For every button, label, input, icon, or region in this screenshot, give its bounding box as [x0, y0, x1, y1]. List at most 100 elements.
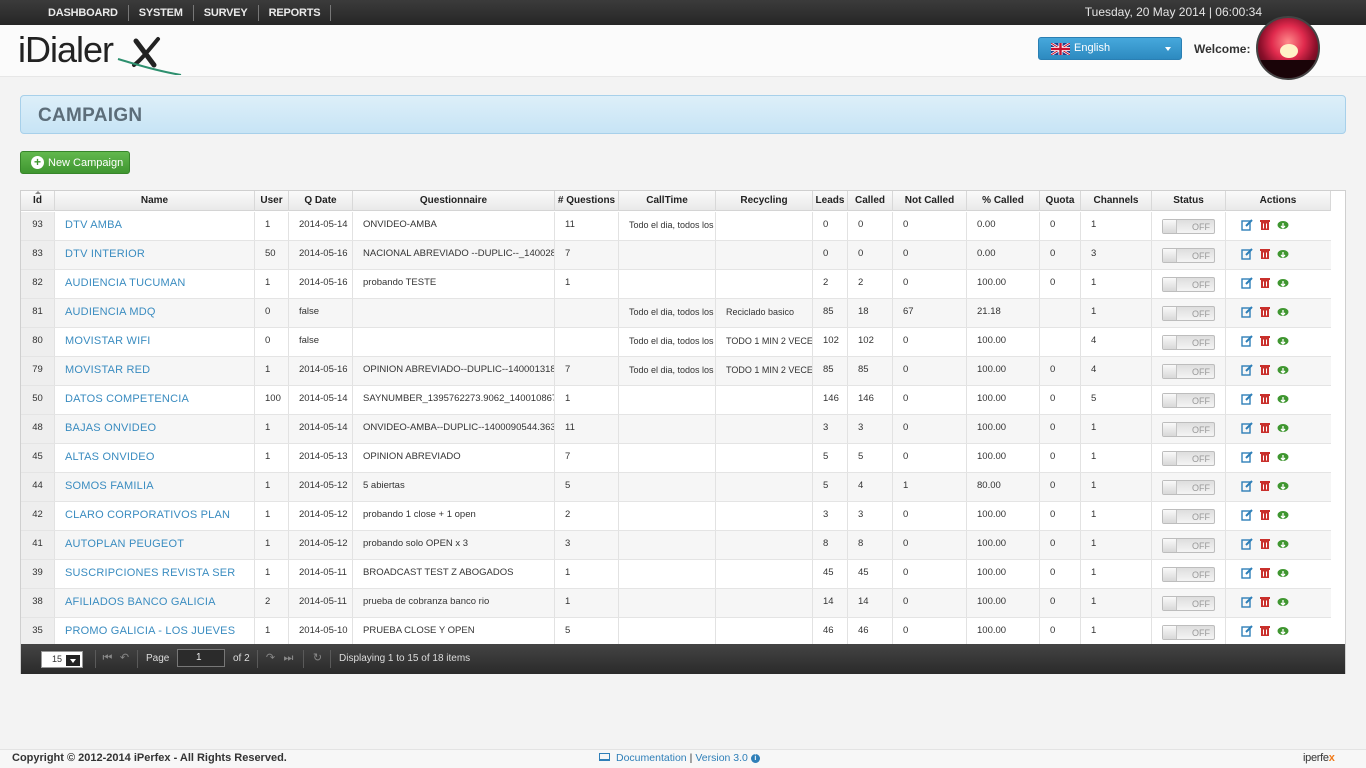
campaign-link[interactable]: PROMO GALICIA - LOS JUEVES [65, 625, 235, 637]
delete-icon[interactable] [1259, 277, 1271, 289]
campaign-link[interactable]: MOVISTAR WIFI [65, 335, 151, 347]
user-avatar[interactable] [1256, 16, 1320, 80]
table-row[interactable]: 42 CLARO CORPORATIVOS PLAN 1 2014-05-12 prob… [21, 502, 1331, 531]
edit-icon[interactable] [1241, 248, 1253, 260]
status-toggle[interactable]: OFF [1162, 422, 1215, 437]
status-toggle[interactable]: OFF [1162, 277, 1215, 292]
table-row[interactable]: 79 MOVISTAR RED 1 2014-05-16 OPINION ABREVIA… [21, 357, 1331, 386]
first-page-icon[interactable]: ⏮ [101, 652, 114, 665]
nav-dashboard[interactable]: DASHBOARD [38, 4, 129, 21]
edit-icon[interactable] [1241, 596, 1253, 608]
table-row[interactable]: 80 MOVISTAR WIFI 0 false Todo el dia, todos … [21, 328, 1331, 357]
campaign-link[interactable]: BAJAS ONVIDEO [65, 422, 156, 434]
status-toggle[interactable]: OFF [1162, 538, 1215, 553]
next-page-icon[interactable]: ↷ [264, 652, 277, 665]
documentation-link[interactable]: Documentation [616, 752, 687, 764]
edit-icon[interactable] [1241, 306, 1253, 318]
page-number-input[interactable]: 1 [177, 649, 225, 667]
nav-survey[interactable]: SURVEY [194, 4, 259, 21]
download-icon[interactable] [1277, 596, 1289, 608]
table-row[interactable]: 81 AUDIENCIA MDQ 0 false Todo el dia, todos … [21, 299, 1331, 328]
delete-icon[interactable] [1259, 306, 1271, 318]
column-header-pct[interactable]: % Called [967, 191, 1040, 211]
last-page-icon[interactable]: ⏭ [282, 652, 295, 665]
status-toggle[interactable]: OFF [1162, 567, 1215, 582]
delete-icon[interactable] [1259, 248, 1271, 260]
refresh-icon[interactable]: ↻ [311, 652, 324, 665]
table-row[interactable]: 48 BAJAS ONVIDEO 1 2014-05-14 ONVIDEO-AMBA--… [21, 415, 1331, 444]
delete-icon[interactable] [1259, 538, 1271, 550]
campaign-link[interactable]: CLARO CORPORATIVOS PLAN [65, 509, 230, 521]
edit-icon[interactable] [1241, 451, 1253, 463]
prev-page-icon[interactable]: ↶ [118, 652, 131, 665]
column-header-channels[interactable]: Channels [1081, 191, 1152, 211]
edit-icon[interactable] [1241, 277, 1253, 289]
delete-icon[interactable] [1259, 451, 1271, 463]
download-icon[interactable] [1277, 422, 1289, 434]
new-campaign-button[interactable]: + New Campaign [20, 151, 130, 174]
download-icon[interactable] [1277, 538, 1289, 550]
column-header-called[interactable]: Called [848, 191, 893, 211]
table-row[interactable]: 38 AFILIADOS BANCO GALICIA 2 2014-05-11 prue… [21, 589, 1331, 618]
campaign-link[interactable]: MOVISTAR RED [65, 364, 150, 376]
edit-icon[interactable] [1241, 422, 1253, 434]
delete-icon[interactable] [1259, 509, 1271, 521]
language-select[interactable]: English [1038, 37, 1182, 60]
download-icon[interactable] [1277, 451, 1289, 463]
column-header-user[interactable]: User [255, 191, 289, 211]
campaign-link[interactable]: AUTOPLAN PEUGEOT [65, 538, 184, 550]
download-icon[interactable] [1277, 625, 1289, 637]
download-icon[interactable] [1277, 480, 1289, 492]
nav-system[interactable]: SYSTEM [129, 4, 194, 21]
table-row[interactable]: 82 AUDIENCIA TUCUMAN 1 2014-05-16 probando T… [21, 270, 1331, 299]
delete-icon[interactable] [1259, 393, 1271, 405]
status-toggle[interactable]: OFF [1162, 509, 1215, 524]
download-icon[interactable] [1277, 248, 1289, 260]
table-row[interactable]: 83 DTV INTERIOR 50 2014-05-16 NACIONAL ABREV… [21, 241, 1331, 270]
table-row[interactable]: 35 PROMO GALICIA - LOS JUEVES 1 2014-05-10 P… [21, 618, 1331, 647]
delete-icon[interactable] [1259, 596, 1271, 608]
edit-icon[interactable] [1241, 480, 1253, 492]
column-header-leads[interactable]: Leads [813, 191, 848, 211]
delete-icon[interactable] [1259, 625, 1271, 637]
campaign-link[interactable]: ALTAS ONVIDEO [65, 451, 155, 463]
nav-reports[interactable]: REPORTS [259, 4, 332, 21]
download-icon[interactable] [1277, 219, 1289, 231]
column-header-recycling[interactable]: Recycling [716, 191, 813, 211]
download-icon[interactable] [1277, 306, 1289, 318]
status-toggle[interactable]: OFF [1162, 335, 1215, 350]
column-header-id[interactable]: Id [21, 191, 55, 211]
column-header-actions[interactable]: Actions [1226, 191, 1331, 211]
campaign-link[interactable]: AUDIENCIA TUCUMAN [65, 277, 186, 289]
column-header-questionnaire[interactable]: Questionnaire [353, 191, 555, 211]
campaign-link[interactable]: AUDIENCIA MDQ [65, 306, 156, 318]
info-icon[interactable]: i [750, 753, 760, 763]
status-toggle[interactable]: OFF [1162, 306, 1215, 321]
campaign-link[interactable]: DATOS COMPETENCIA [65, 393, 189, 405]
campaign-link[interactable]: SOMOS FAMILIA [65, 480, 154, 492]
edit-icon[interactable] [1241, 625, 1253, 637]
campaign-link[interactable]: DTV INTERIOR [65, 248, 145, 260]
edit-icon[interactable] [1241, 335, 1253, 347]
delete-icon[interactable] [1259, 422, 1271, 434]
column-header-quota[interactable]: Quota [1040, 191, 1081, 211]
edit-icon[interactable] [1241, 509, 1253, 521]
campaign-link[interactable]: AFILIADOS BANCO GALICIA [65, 596, 216, 608]
column-header-notcalled[interactable]: Not Called [893, 191, 967, 211]
table-row[interactable]: 44 SOMOS FAMILIA 1 2014-05-12 5 abiertas 5 5 4 1… [21, 473, 1331, 502]
download-icon[interactable] [1277, 364, 1289, 376]
table-row[interactable]: 39 SUSCRIPCIONES REVISTA SER 1 2014-05-11 BR… [21, 560, 1331, 589]
table-row[interactable]: 93 DTV AMBA 1 2014-05-14 ONVIDEO-AMBA 11 Todo … [21, 212, 1331, 241]
delete-icon[interactable] [1259, 480, 1271, 492]
page-size-select[interactable]: 15 [41, 651, 83, 668]
status-toggle[interactable]: OFF [1162, 364, 1215, 379]
delete-icon[interactable] [1259, 335, 1271, 347]
column-header-qdate[interactable]: Q Date [289, 191, 353, 211]
status-toggle[interactable]: OFF [1162, 596, 1215, 611]
campaign-link[interactable]: SUSCRIPCIONES REVISTA SER [65, 567, 235, 579]
download-icon[interactable] [1277, 509, 1289, 521]
campaign-link[interactable]: DTV AMBA [65, 219, 122, 231]
status-toggle[interactable]: OFF [1162, 480, 1215, 495]
status-toggle[interactable]: OFF [1162, 248, 1215, 263]
download-icon[interactable] [1277, 567, 1289, 579]
